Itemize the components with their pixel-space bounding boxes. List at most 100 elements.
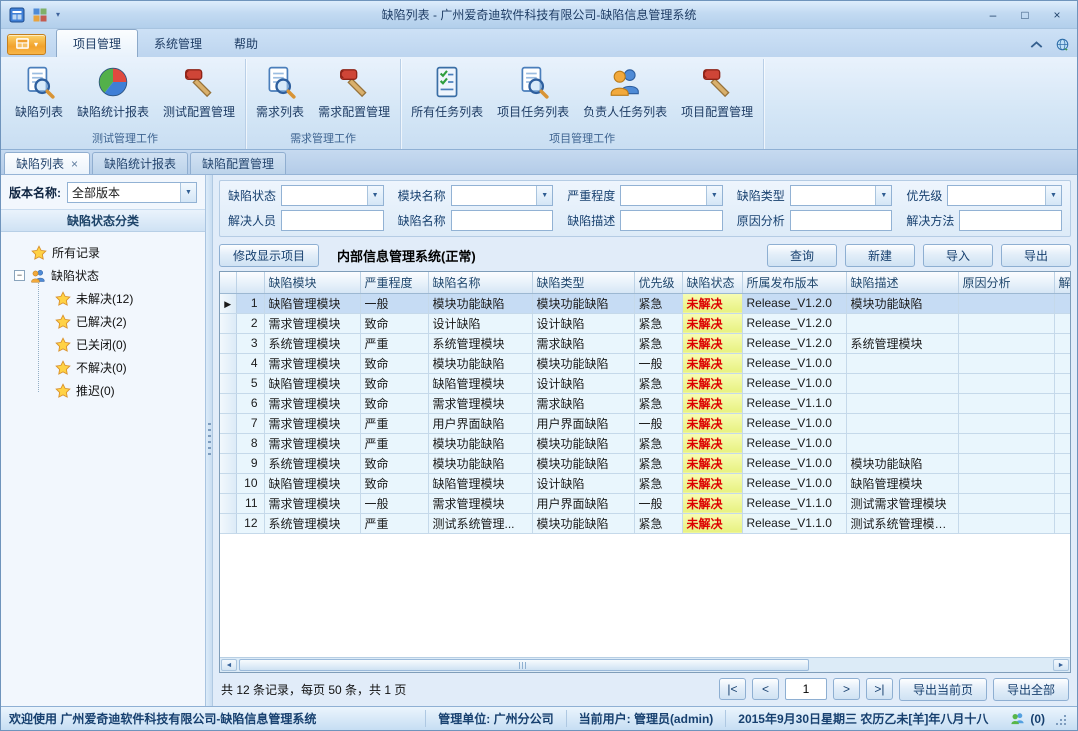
cell-priority: 一般 xyxy=(634,353,682,373)
modify-display-button[interactable]: 修改显示项目 xyxy=(219,244,319,267)
filter-combo-module-name[interactable]: ▼ xyxy=(451,185,554,206)
doc-tab-label: 缺陷配置管理 xyxy=(202,155,274,172)
all-task-list-button[interactable]: 所有任务列表 xyxy=(404,60,490,122)
column-header-release-version[interactable]: 所属发布版本 xyxy=(742,272,846,293)
cell-severity: 严重 xyxy=(360,333,428,353)
project-config-management-button[interactable]: 项目配置管理 xyxy=(674,60,760,122)
app-menu-button[interactable]: ▾ xyxy=(7,34,46,55)
quick-access-dropdown-icon[interactable]: ▾ xyxy=(53,10,63,19)
prev-page-button[interactable]: < xyxy=(752,678,779,700)
export-current-page-button[interactable]: 导出当前页 xyxy=(899,678,987,701)
minimize-button[interactable]: – xyxy=(978,5,1008,25)
tree-node-wont-fix[interactable]: 不解决(0) xyxy=(7,356,199,379)
collapse-node-icon[interactable]: − xyxy=(14,270,25,281)
tree-node-postponed[interactable]: 推迟(0) xyxy=(7,379,199,402)
project-task-list-button[interactable]: 项目任务列表 xyxy=(490,60,576,122)
splitter[interactable] xyxy=(206,175,213,706)
doc-tab-defect-statistics-report[interactable]: 缺陷统计报表 xyxy=(92,152,188,174)
tree-node-closed[interactable]: 已关闭(0) xyxy=(7,333,199,356)
import-button[interactable]: 导入 xyxy=(923,244,993,267)
table-row[interactable]: 10缺陷管理模块致命缺陷管理模块设计缺陷紧急未解决Release_V1.0.0缺… xyxy=(220,473,1070,493)
scroll-left-icon[interactable]: ◄ xyxy=(221,659,237,671)
doc-tab-defect-list[interactable]: 缺陷列表 × xyxy=(4,152,90,174)
defect-list-button[interactable]: 缺陷列表 xyxy=(8,60,70,122)
horizontal-scrollbar[interactable]: ◄ ► xyxy=(220,657,1070,672)
resize-grip[interactable] xyxy=(1053,712,1067,726)
next-page-button[interactable]: > xyxy=(833,678,860,700)
ribbon-tab-help[interactable]: 帮助 xyxy=(218,30,274,57)
filter-combo-severity[interactable]: ▼ xyxy=(620,185,723,206)
table-row[interactable]: 9系统管理模块致命模块功能缺陷模块功能缺陷紧急未解决Release_V1.0.0… xyxy=(220,453,1070,473)
table-row[interactable]: 8需求管理模块严重模块功能缺陷模块功能缺陷紧急未解决Release_V1.0.0 xyxy=(220,433,1070,453)
hammer-icon xyxy=(337,65,371,99)
filter-combo-defect-type[interactable]: ▼ xyxy=(790,185,893,206)
table-row[interactable]: 5缺陷管理模块致命缺陷管理模块设计缺陷紧急未解决Release_V1.0.0 xyxy=(220,373,1070,393)
cell-priority: 紧急 xyxy=(634,373,682,393)
owner-task-list-button[interactable]: 负责人任务列表 xyxy=(576,60,674,122)
new-button[interactable]: 新建 xyxy=(845,244,915,267)
close-button[interactable]: × xyxy=(1042,5,1072,25)
filter-input-cause-analysis[interactable] xyxy=(790,210,893,231)
filter-combo-defect-status[interactable]: ▼ xyxy=(281,185,384,206)
column-header-defect-description[interactable]: 缺陷描述 xyxy=(846,272,958,293)
filter-input-resolver[interactable] xyxy=(281,210,384,231)
column-header-defect-name[interactable]: 缺陷名称 xyxy=(428,272,532,293)
filter-combo-priority[interactable]: ▼ xyxy=(947,185,1062,206)
current-user-label: 当前用户: 管理员(admin) xyxy=(566,710,726,727)
table-row[interactable]: 7需求管理模块严重用户界面缺陷用户界面缺陷一般未解决Release_V1.0.0 xyxy=(220,413,1070,433)
export-all-button[interactable]: 导出全部 xyxy=(993,678,1069,701)
filter-input-solution[interactable] xyxy=(959,210,1062,231)
column-header-defect-module[interactable]: 缺陷模块 xyxy=(264,272,360,293)
doc-tab-defect-config-management[interactable]: 缺陷配置管理 xyxy=(190,152,286,174)
requirement-config-management-button[interactable]: 需求配置管理 xyxy=(311,60,397,122)
app-window-icon[interactable] xyxy=(7,5,27,25)
filter-input-defect-description[interactable] xyxy=(620,210,723,231)
ribbon-tab-system-management[interactable]: 系统管理 xyxy=(138,30,218,57)
first-page-button[interactable]: |< xyxy=(719,678,746,700)
test-config-management-button[interactable]: 测试配置管理 xyxy=(156,60,242,122)
table-row[interactable]: ▶1缺陷管理模块一般模块功能缺陷模块功能缺陷紧急未解决Release_V1.2.… xyxy=(220,293,1070,313)
cell-defect-module: 系统管理模块 xyxy=(264,333,360,353)
maximize-button[interactable]: □ xyxy=(1010,5,1040,25)
tree-node-all-records[interactable]: 所有记录 xyxy=(7,241,199,264)
column-header-cause-analysis[interactable]: 原因分析 xyxy=(958,272,1054,293)
export-button[interactable]: 导出 xyxy=(1001,244,1071,267)
help-globe-icon[interactable] xyxy=(1053,36,1071,52)
table-row[interactable]: 12系统管理模块严重测试系统管理...模块功能缺陷紧急未解决Release_V1… xyxy=(220,513,1070,533)
collapse-ribbon-icon[interactable] xyxy=(1027,36,1045,52)
scrollbar-thumb[interactable] xyxy=(239,659,809,671)
table-row[interactable]: 4需求管理模块致命模块功能缺陷模块功能缺陷一般未解决Release_V1.0.0 xyxy=(220,353,1070,373)
column-header-defect-status[interactable]: 缺陷状态 xyxy=(682,272,742,293)
requirement-list-button[interactable]: 需求列表 xyxy=(249,60,311,122)
filter-input-defect-name[interactable] xyxy=(451,210,554,231)
last-page-button[interactable]: >| xyxy=(866,678,893,700)
scrollbar-track[interactable] xyxy=(238,659,1052,671)
tree-node-defect-status[interactable]: − 缺陷状态 xyxy=(7,264,199,287)
column-header-priority[interactable]: 优先级 xyxy=(634,272,682,293)
tree-node-unresolved[interactable]: 未解决(12) xyxy=(7,287,199,310)
document-tab-strip: 缺陷列表 × 缺陷统计报表 缺陷配置管理 xyxy=(1,150,1077,175)
cell-defect-status: 未解决 xyxy=(682,453,742,473)
table-row[interactable]: 2需求管理模块致命设计缺陷设计缺陷紧急未解决Release_V1.2.0 xyxy=(220,313,1070,333)
layout-grid-icon[interactable] xyxy=(30,5,50,25)
cell-release-version: Release_V1.1.0 xyxy=(742,393,846,413)
defect-statistics-report-button[interactable]: 缺陷统计报表 xyxy=(70,60,156,122)
close-tab-icon[interactable]: × xyxy=(71,158,78,170)
column-header-severity[interactable]: 严重程度 xyxy=(360,272,428,293)
table-row[interactable]: 3系统管理模块严重系统管理模块需求缺陷紧急未解决Release_V1.2.0系统… xyxy=(220,333,1070,353)
row-indicator xyxy=(220,453,236,473)
row-number-cell: 3 xyxy=(236,333,264,353)
ribbon-tab-project-management[interactable]: 项目管理 xyxy=(56,29,138,57)
page-number-input[interactable] xyxy=(785,678,827,700)
table-row[interactable]: 6需求管理模块致命需求管理模块需求缺陷紧急未解决Release_V1.1.0 xyxy=(220,393,1070,413)
column-header-defect-type[interactable]: 缺陷类型 xyxy=(532,272,634,293)
search-document-icon xyxy=(263,65,297,99)
version-combobox[interactable]: 全部版本 ▼ xyxy=(67,182,197,203)
scroll-right-icon[interactable]: ► xyxy=(1053,659,1069,671)
column-header-solution[interactable]: 解决方法 xyxy=(1054,272,1070,293)
dropdown-arrow-icon[interactable]: ▼ xyxy=(180,183,196,202)
tree-node-resolved[interactable]: 已解决(2) xyxy=(7,310,199,333)
query-button[interactable]: 查询 xyxy=(767,244,837,267)
table-row[interactable]: 11需求管理模块一般需求管理模块用户界面缺陷一般未解决Release_V1.1.… xyxy=(220,493,1070,513)
row-indicator: ▶ xyxy=(220,293,236,313)
